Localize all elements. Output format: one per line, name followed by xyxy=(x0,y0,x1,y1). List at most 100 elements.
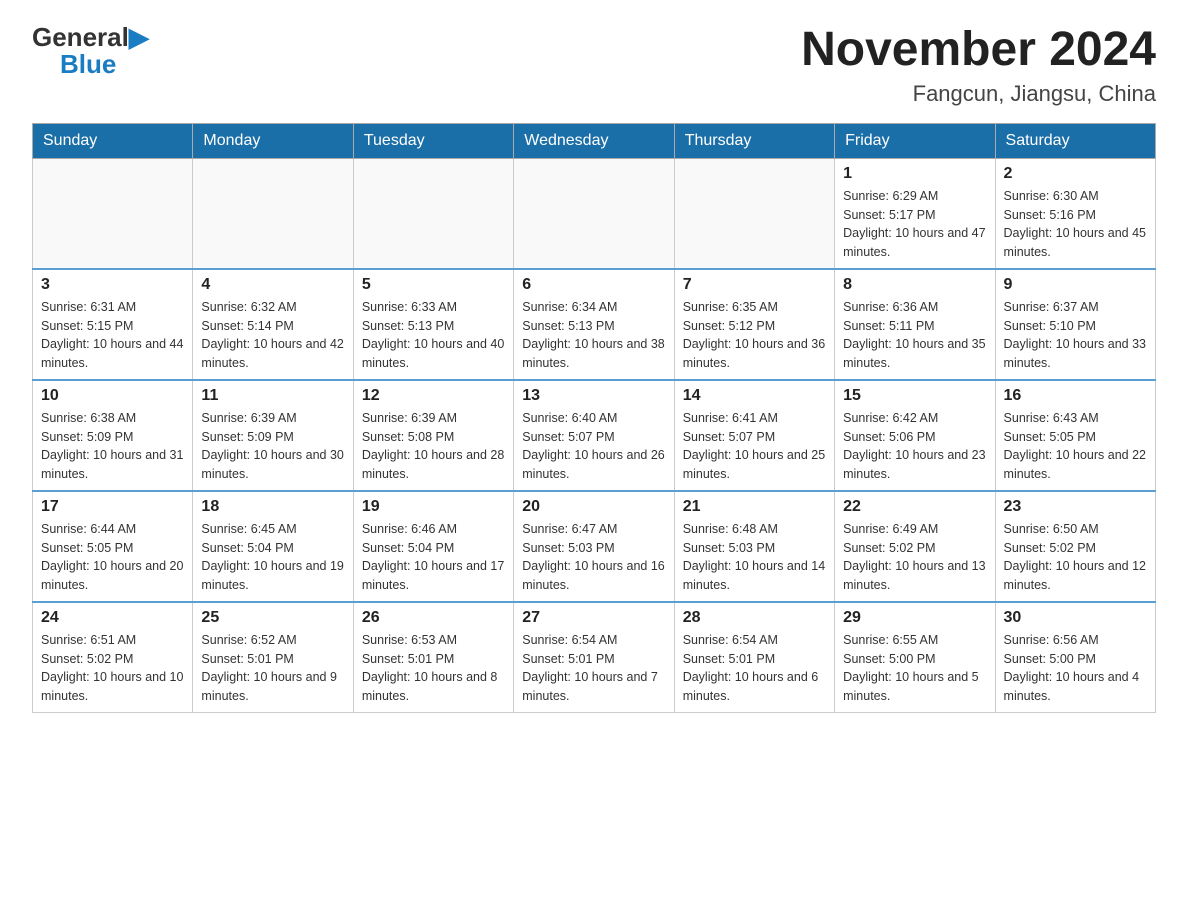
day-number: 10 xyxy=(41,387,184,405)
day-info: Sunrise: 6:30 AM Sunset: 5:16 PM Dayligh… xyxy=(1004,187,1147,262)
day-info: Sunrise: 6:29 AM Sunset: 5:17 PM Dayligh… xyxy=(843,187,986,262)
calendar-cell xyxy=(353,158,513,269)
day-info: Sunrise: 6:56 AM Sunset: 5:00 PM Dayligh… xyxy=(1004,631,1147,706)
calendar-cell: 18 Sunrise: 6:45 AM Sunset: 5:04 PM Dayli… xyxy=(193,491,353,602)
calendar-cell: 22Sunrise: 6:49 AM Sunset: 5:02 PM Dayli… xyxy=(835,491,995,602)
calendar-header-row: SundayMondayTuesdayWednesdayThursdayFrid… xyxy=(33,123,1156,158)
day-of-week-header: Saturday xyxy=(995,123,1155,158)
calendar-cell xyxy=(33,158,193,269)
calendar-cell: 23 Sunrise: 6:50 AM Sunset: 5:02 PM Dayli… xyxy=(995,491,1155,602)
day-info: Sunrise: 6:36 AM Sunset: 5:11 PM Dayligh… xyxy=(843,298,986,373)
calendar-cell: 4 Sunrise: 6:32 AM Sunset: 5:14 PM Daylig… xyxy=(193,269,353,380)
day-number: 2 xyxy=(1004,165,1147,183)
calendar-cell: 27Sunrise: 6:54 AM Sunset: 5:01 PM Dayli… xyxy=(514,602,674,713)
calendar-week-row: 1Sunrise: 6:29 AM Sunset: 5:17 PM Daylig… xyxy=(33,158,1156,269)
calendar-title: November 2024 xyxy=(801,24,1156,77)
calendar-cell: 13Sunrise: 6:40 AM Sunset: 5:07 PM Dayli… xyxy=(514,380,674,491)
calendar-week-row: 24 Sunrise: 6:51 AM Sunset: 5:02 PM Dayli… xyxy=(33,602,1156,713)
day-info: Sunrise: 6:37 AM Sunset: 5:10 PM Dayligh… xyxy=(1004,298,1147,373)
day-number: 25 xyxy=(201,609,344,627)
day-number: 24 xyxy=(41,609,184,627)
day-number: 8 xyxy=(843,276,986,294)
day-info: Sunrise: 6:33 AM Sunset: 5:13 PM Dayligh… xyxy=(362,298,505,373)
day-number: 26 xyxy=(362,609,505,627)
calendar-cell: 9 Sunrise: 6:37 AM Sunset: 5:10 PM Daylig… xyxy=(995,269,1155,380)
calendar-cell: 15Sunrise: 6:42 AM Sunset: 5:06 PM Dayli… xyxy=(835,380,995,491)
logo-top-line: General▶ xyxy=(32,24,149,51)
calendar-cell: 14 Sunrise: 6:41 AM Sunset: 5:07 PM Dayli… xyxy=(674,380,834,491)
calendar-week-row: 17Sunrise: 6:44 AM Sunset: 5:05 PM Dayli… xyxy=(33,491,1156,602)
day-of-week-header: Friday xyxy=(835,123,995,158)
day-info: Sunrise: 6:51 AM Sunset: 5:02 PM Dayligh… xyxy=(41,631,184,706)
day-info: Sunrise: 6:39 AM Sunset: 5:08 PM Dayligh… xyxy=(362,409,505,484)
day-of-week-header: Wednesday xyxy=(514,123,674,158)
calendar-cell: 7Sunrise: 6:35 AM Sunset: 5:12 PM Daylig… xyxy=(674,269,834,380)
calendar-cell: 29 Sunrise: 6:55 AM Sunset: 5:00 PM Dayli… xyxy=(835,602,995,713)
day-info: Sunrise: 6:45 AM Sunset: 5:04 PM Dayligh… xyxy=(201,520,344,595)
calendar-cell: 3Sunrise: 6:31 AM Sunset: 5:15 PM Daylig… xyxy=(33,269,193,380)
day-number: 22 xyxy=(843,498,986,516)
calendar-week-row: 3Sunrise: 6:31 AM Sunset: 5:15 PM Daylig… xyxy=(33,269,1156,380)
day-number: 19 xyxy=(362,498,505,516)
calendar-subtitle: Fangcun, Jiangsu, China xyxy=(801,81,1156,107)
logo-blue-text: Blue xyxy=(60,49,116,79)
day-number: 18 xyxy=(201,498,344,516)
day-number: 12 xyxy=(362,387,505,405)
calendar-cell xyxy=(193,158,353,269)
calendar-cell: 25Sunrise: 6:52 AM Sunset: 5:01 PM Dayli… xyxy=(193,602,353,713)
day-info: Sunrise: 6:48 AM Sunset: 5:03 PM Dayligh… xyxy=(683,520,826,595)
day-info: Sunrise: 6:55 AM Sunset: 5:00 PM Dayligh… xyxy=(843,631,986,706)
calendar-cell: 2 Sunrise: 6:30 AM Sunset: 5:16 PM Daylig… xyxy=(995,158,1155,269)
day-number: 16 xyxy=(1004,387,1147,405)
page-header: General▶ Blue November 2024 Fangcun, Jia… xyxy=(32,24,1156,107)
day-number: 21 xyxy=(683,498,826,516)
day-info: Sunrise: 6:39 AM Sunset: 5:09 PM Dayligh… xyxy=(201,409,344,484)
day-number: 20 xyxy=(522,498,665,516)
logo: General▶ Blue xyxy=(32,24,149,78)
day-of-week-header: Thursday xyxy=(674,123,834,158)
calendar-cell: 28Sunrise: 6:54 AM Sunset: 5:01 PM Dayli… xyxy=(674,602,834,713)
calendar-cell: 21 Sunrise: 6:48 AM Sunset: 5:03 PM Dayli… xyxy=(674,491,834,602)
day-number: 23 xyxy=(1004,498,1147,516)
day-of-week-header: Monday xyxy=(193,123,353,158)
day-info: Sunrise: 6:54 AM Sunset: 5:01 PM Dayligh… xyxy=(683,631,826,706)
day-info: Sunrise: 6:47 AM Sunset: 5:03 PM Dayligh… xyxy=(522,520,665,595)
calendar-cell: 17Sunrise: 6:44 AM Sunset: 5:05 PM Dayli… xyxy=(33,491,193,602)
logo-general-text: General▶ xyxy=(32,22,149,52)
day-info: Sunrise: 6:53 AM Sunset: 5:01 PM Dayligh… xyxy=(362,631,505,706)
day-number: 30 xyxy=(1004,609,1147,627)
day-info: Sunrise: 6:35 AM Sunset: 5:12 PM Dayligh… xyxy=(683,298,826,373)
day-number: 4 xyxy=(201,276,344,294)
calendar-cell: 19Sunrise: 6:46 AM Sunset: 5:04 PM Dayli… xyxy=(353,491,513,602)
calendar-cell: 8 Sunrise: 6:36 AM Sunset: 5:11 PM Daylig… xyxy=(835,269,995,380)
day-number: 13 xyxy=(522,387,665,405)
day-info: Sunrise: 6:31 AM Sunset: 5:15 PM Dayligh… xyxy=(41,298,184,373)
logo-bottom-line: Blue xyxy=(32,51,116,78)
title-block: November 2024 Fangcun, Jiangsu, China xyxy=(801,24,1156,107)
day-info: Sunrise: 6:41 AM Sunset: 5:07 PM Dayligh… xyxy=(683,409,826,484)
calendar-week-row: 10 Sunrise: 6:38 AM Sunset: 5:09 PM Dayli… xyxy=(33,380,1156,491)
day-number: 11 xyxy=(201,387,344,405)
calendar-cell: 12 Sunrise: 6:39 AM Sunset: 5:08 PM Dayli… xyxy=(353,380,513,491)
day-of-week-header: Sunday xyxy=(33,123,193,158)
day-number: 5 xyxy=(362,276,505,294)
calendar-cell xyxy=(514,158,674,269)
day-number: 29 xyxy=(843,609,986,627)
calendar-cell: 20 Sunrise: 6:47 AM Sunset: 5:03 PM Dayli… xyxy=(514,491,674,602)
day-info: Sunrise: 6:44 AM Sunset: 5:05 PM Dayligh… xyxy=(41,520,184,595)
calendar-cell xyxy=(674,158,834,269)
day-number: 6 xyxy=(522,276,665,294)
calendar-cell: 26 Sunrise: 6:53 AM Sunset: 5:01 PM Dayli… xyxy=(353,602,513,713)
day-info: Sunrise: 6:38 AM Sunset: 5:09 PM Dayligh… xyxy=(41,409,184,484)
day-info: Sunrise: 6:42 AM Sunset: 5:06 PM Dayligh… xyxy=(843,409,986,484)
calendar-cell: 30 Sunrise: 6:56 AM Sunset: 5:00 PM Dayli… xyxy=(995,602,1155,713)
day-number: 14 xyxy=(683,387,826,405)
day-info: Sunrise: 6:32 AM Sunset: 5:14 PM Dayligh… xyxy=(201,298,344,373)
calendar-cell: 5 Sunrise: 6:33 AM Sunset: 5:13 PM Daylig… xyxy=(353,269,513,380)
calendar-cell: 6 Sunrise: 6:34 AM Sunset: 5:13 PM Daylig… xyxy=(514,269,674,380)
day-info: Sunrise: 6:34 AM Sunset: 5:13 PM Dayligh… xyxy=(522,298,665,373)
calendar-cell: 11 Sunrise: 6:39 AM Sunset: 5:09 PM Dayli… xyxy=(193,380,353,491)
day-info: Sunrise: 6:50 AM Sunset: 5:02 PM Dayligh… xyxy=(1004,520,1147,595)
logo-arrow-icon: ▶ xyxy=(129,22,149,52)
day-number: 9 xyxy=(1004,276,1147,294)
